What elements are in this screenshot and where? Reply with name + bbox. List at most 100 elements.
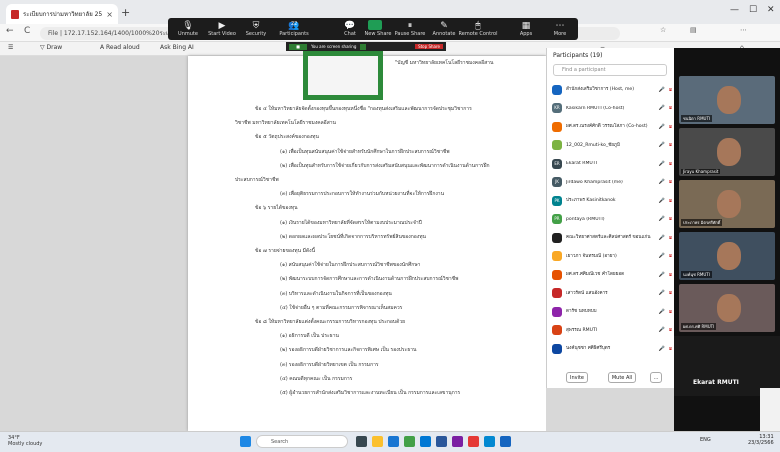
participant-search-input[interactable]: Find a participant: [553, 64, 667, 76]
participants-title: Participants (19): [553, 52, 603, 59]
close-tab-icon[interactable]: ×: [106, 10, 113, 19]
ask-bing-button[interactable]: Ask Bing AI: [160, 44, 194, 51]
mic-muted-icon: 🎤: [658, 290, 665, 296]
browser-tab[interactable]: ระเบียบการบ่ามหาวิทยาลัย 2566 (4... ×: [6, 4, 118, 24]
word-icon[interactable]: [436, 436, 447, 447]
stop-share-button[interactable]: Stop Share: [415, 44, 443, 49]
toolbar-item-label: Participants: [279, 31, 309, 37]
video-off-icon: ⧈: [668, 179, 672, 185]
video-off-icon: ⧈: [668, 105, 672, 111]
maximize-button[interactable]: ☐: [749, 5, 757, 15]
participant-row[interactable]: PK ประภาพร Kasinitkanok 🎤 ⧈: [552, 193, 672, 208]
refresh-button[interactable]: C: [24, 26, 30, 36]
new-tab-button[interactable]: +: [121, 6, 130, 19]
video-tile[interactable]: Jirayu Khamprasit: [679, 128, 775, 176]
toolbar-item-label: Remote Control: [458, 31, 498, 37]
edge-icon[interactable]: [388, 436, 399, 447]
zoom-toolbar-item[interactable]: 🖱 Remote Control: [458, 21, 498, 37]
toolbar-item-label: Unmute: [178, 31, 198, 37]
zoom-icon[interactable]: [484, 436, 495, 447]
back-button[interactable]: ←: [6, 26, 14, 36]
participant-row[interactable]: นงค์นุชชา ศศิธิศรีบุตร 🎤 ⧈: [552, 341, 672, 356]
participant-row[interactable]: เยาวภา จันทรมณี (อายา) 🎤 ⧈: [552, 249, 672, 264]
acrobat-icon[interactable]: [468, 436, 479, 447]
language-indicator[interactable]: ENG: [700, 437, 711, 443]
weather-widget[interactable]: 34°F Mostly cloudy: [8, 435, 42, 447]
participant-row[interactable]: เสาวรัตน์ แสนอังคาร 🎤 ⧈: [552, 286, 672, 301]
active-speaker-tile: [674, 336, 780, 396]
participant-row[interactable]: ผศ.ดร.ศศิมณีเวช คำโดยยอด 🎤 ⧈: [552, 267, 672, 282]
avatar: [552, 121, 562, 132]
avatar: PK: [552, 195, 562, 206]
extensions-icon[interactable]: ⋯: [740, 26, 747, 34]
participant-name: คณะวิทยาศาสตร์และศิลปศาสตร์ ขอนแก่น: [566, 235, 651, 240]
participant-row[interactable]: 12_002_Rmuti-ko_ชัยภูมิ 🎤 ⧈: [552, 138, 672, 153]
pause-icon[interactable]: [360, 43, 367, 50]
participant-row[interactable]: PR pontaya (RMUTI) 🎤 ⧈: [552, 212, 672, 227]
participant-name: ประภาพร Kasinitkanok: [566, 198, 616, 203]
video-tile[interactable]: นงค์นุช RMUTI: [679, 232, 775, 280]
mute-all-button[interactable]: Mute All: [608, 372, 636, 383]
zoom-toolbar-item[interactable]: ⋯ More: [540, 21, 580, 37]
participant-row[interactable]: ผศ.ดร.ณรงค์ศักดิ์ วรรณโสภา (Co-host) 🎤 ⧈: [552, 119, 672, 134]
participant-name: ผศ.ดร.ณรงค์ศักดิ์ วรรณโสภา (Co-host): [566, 124, 648, 129]
screen-share-preview: [303, 51, 383, 100]
toolbar-item-icon: ⋯: [555, 21, 565, 31]
onenote-icon[interactable]: [452, 436, 463, 447]
participant-row[interactable]: สำนักส่งเสริมวิชาการ (Host, me) 🎤 ⧈: [552, 82, 672, 97]
pdf-icon: [11, 9, 19, 19]
mic-muted-icon: 🎤: [658, 327, 665, 333]
file-explorer-icon[interactable]: [372, 436, 383, 447]
mic-muted-icon: 🎤: [658, 160, 665, 167]
participant-video: [717, 138, 741, 166]
outlook-icon[interactable]: [500, 436, 511, 447]
document-line: (๔) ใช้จ่ายอื่น ๆ ตามที่คณะกรรมการพิจารณ…: [280, 304, 403, 311]
draw-button[interactable]: ▽ Draw: [40, 44, 62, 51]
document-line: (๓) บริหารและดำเนินงานในกิจการที่เป็นของ…: [280, 290, 392, 297]
favorites-icon[interactable]: ☆: [660, 26, 666, 34]
video-off-icon: ⧈: [668, 160, 672, 167]
video-tile[interactable]: ผศ.ดร.ศศิ RMUTI: [679, 284, 775, 332]
document-line: (๓) รองอธิการบดีฝ่ายวิทยาเขต เป็น กรรมกา…: [280, 361, 379, 368]
chrome-icon[interactable]: [404, 436, 415, 447]
collections-icon[interactable]: ▤: [690, 26, 697, 34]
close-window-button[interactable]: ✕: [767, 5, 775, 15]
read-aloud-button[interactable]: A Read aloud: [100, 44, 140, 51]
system-clock[interactable]: 13:31 23/3/2566: [748, 434, 774, 446]
document-line: "บัญชี มหาวิทยาลัยเทคโนโลยีราชมงคลอีสาน: [395, 60, 494, 66]
toolbar-item-label: New Share: [364, 31, 392, 37]
avatar: JK: [552, 177, 562, 187]
avatar: [552, 288, 562, 298]
video-off-icon: ⧈: [668, 345, 672, 352]
document-line: (๑) เพื่อเป็นทุนสนับสนุนค่าใช้จ่ายสำหรับ…: [280, 148, 450, 155]
video-tile-name: ผศ.ดร.ศศิ RMUTI: [681, 323, 717, 330]
task-view-icon[interactable]: [356, 436, 367, 447]
participant-row[interactable]: ER Ekarat RMUTI 🎤 ⧈: [552, 156, 672, 171]
participant-row[interactable]: JK Jirdawo Khamprasit (me) 🎤 ⧈: [552, 175, 672, 190]
site-info-label: File: [48, 30, 59, 37]
more-options-button[interactable]: ...: [650, 372, 662, 383]
video-off-icon: ⧈: [668, 308, 672, 315]
participant-row[interactable]: สุพรรณ RMUTI 🎤 ⧈: [552, 323, 672, 338]
avatar: [552, 269, 562, 280]
video-tile[interactable]: ชนนิตา RMUTI: [679, 76, 775, 124]
browser-side-strip: [760, 388, 780, 431]
invite-button[interactable]: Invite: [566, 372, 588, 383]
participant-row[interactable]: KR Kasikarn RMUTI (Co-host) 🎤 ⧈: [552, 101, 672, 116]
document-line: (๒) ดอกผลและผลประโยชน์ที่เกิดจากการบริหา…: [280, 233, 426, 240]
start-icon[interactable]: [240, 436, 251, 447]
pdf-viewer-background: [546, 388, 674, 431]
mail-icon[interactable]: [420, 436, 431, 447]
participant-name: สุพรรณ RMUTI: [566, 327, 598, 333]
video-tile[interactable]: ประภาพร มิตรศรีศักดิ์: [679, 180, 775, 228]
toolbar-item-label: Security: [245, 31, 267, 37]
mic-muted-icon: 🎤: [658, 308, 665, 315]
video-tile-name: ชนนิตา RMUTI: [681, 115, 713, 122]
minimize-button[interactable]: —: [730, 5, 739, 15]
contents-icon[interactable]: ☰: [8, 44, 13, 51]
participant-row[interactable]: คณะวิทยาศาสตร์และศิลปศาสตร์ ขอนแก่น 🎤 ⧈: [552, 230, 672, 245]
zoom-toolbar-item[interactable]: ⛨ Security: [236, 21, 276, 37]
participant-row[interactable]: ดารัช นทบทบบ 🎤 ⧈: [552, 304, 672, 319]
avatar: PR: [552, 214, 562, 224]
taskbar-search-input[interactable]: Search: [256, 435, 348, 448]
